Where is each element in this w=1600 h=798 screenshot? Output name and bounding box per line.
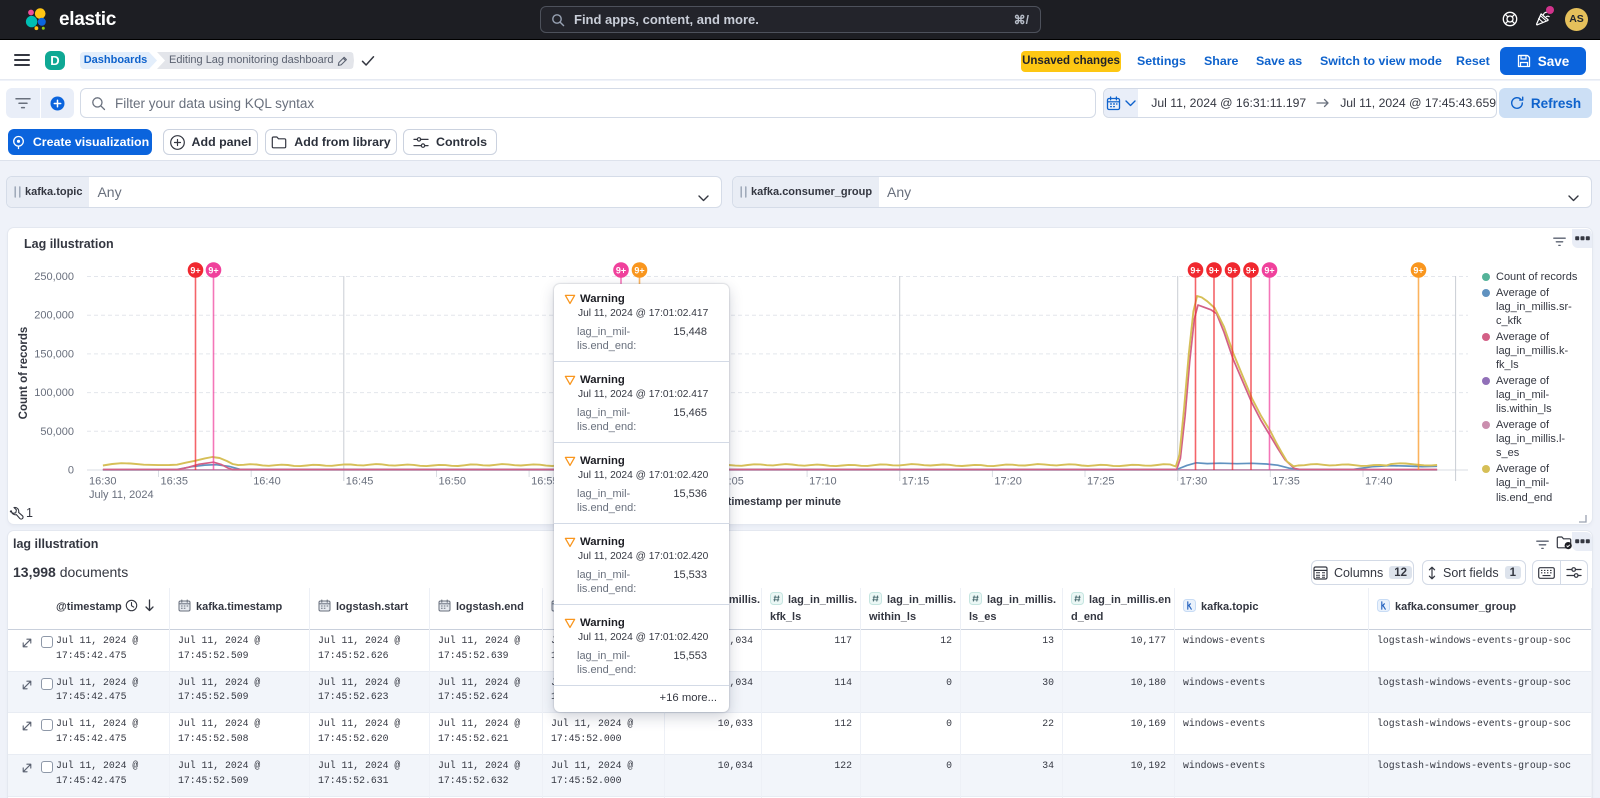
svg-text:16:30: 16:30: [89, 476, 117, 488]
svg-text:9+: 9+: [634, 265, 644, 275]
svg-text:17:40: 17:40: [1365, 476, 1393, 488]
svg-text:9+: 9+: [1209, 265, 1219, 275]
svg-text:9+: 9+: [1190, 265, 1200, 275]
svg-text:250,000: 250,000: [34, 271, 74, 283]
svg-text:16:35: 16:35: [161, 476, 189, 488]
svg-text:9+: 9+: [208, 265, 218, 275]
svg-text:150,000: 150,000: [34, 348, 74, 360]
svg-text:50,000: 50,000: [40, 426, 74, 438]
svg-text:0: 0: [68, 465, 74, 477]
svg-text:9+: 9+: [616, 265, 626, 275]
svg-text:16:45: 16:45: [346, 476, 374, 488]
svg-text:200,000: 200,000: [34, 310, 74, 322]
svg-text:9+: 9+: [1264, 265, 1274, 275]
svg-text:17:15: 17:15: [902, 476, 930, 488]
svg-text:July 11, 2024: July 11, 2024: [89, 489, 154, 501]
svg-text:9+: 9+: [190, 265, 200, 275]
svg-text:17:35: 17:35: [1272, 476, 1300, 488]
svg-text:Count of records: Count of records: [18, 327, 30, 420]
svg-text:17:25: 17:25: [1087, 476, 1115, 488]
svg-text:100,000: 100,000: [34, 387, 74, 399]
svg-text:@timestamp per minute: @timestamp per minute: [717, 496, 841, 508]
svg-text:16:50: 16:50: [439, 476, 467, 488]
svg-text:9+: 9+: [1413, 265, 1423, 275]
svg-text:17:30: 17:30: [1180, 476, 1208, 488]
svg-text:17:20: 17:20: [994, 476, 1022, 488]
svg-text:16:40: 16:40: [253, 476, 281, 488]
svg-text:17:10: 17:10: [809, 476, 837, 488]
svg-text:9+: 9+: [1246, 265, 1256, 275]
svg-text:9+: 9+: [1227, 265, 1237, 275]
